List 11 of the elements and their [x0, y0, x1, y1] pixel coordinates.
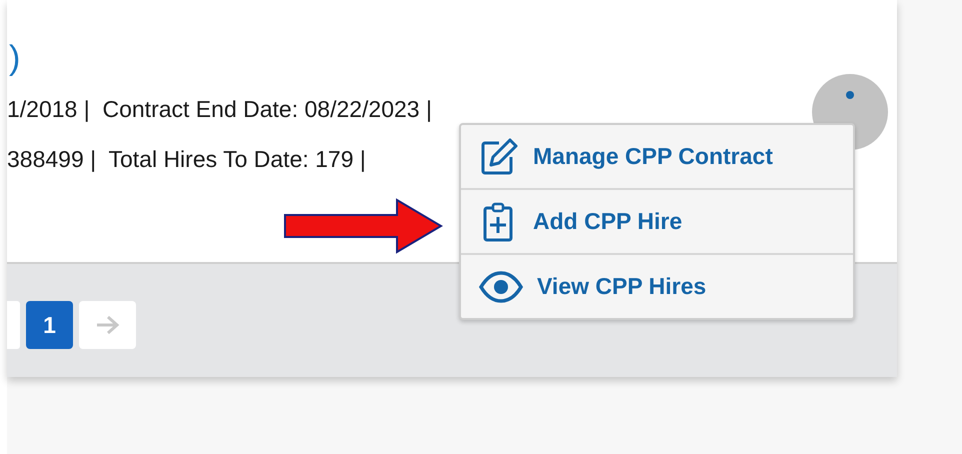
arrow-right-icon	[94, 314, 120, 336]
card-title: )	[8, 38, 22, 79]
pencil-on-square-icon	[479, 136, 519, 176]
dot-icon	[845, 90, 855, 100]
menu-item[interactable]: Manage CPP Contract	[461, 125, 853, 188]
contract-details: 1/2018 | Contract End Date: 08/22/2023 |	[7, 95, 432, 124]
page-button[interactable]: 1	[26, 301, 73, 349]
contract-details: 388499 | Total Hires To Date: 179 |	[7, 145, 366, 174]
previous-page-button[interactable]	[7, 301, 20, 349]
menu-item[interactable]: View CPP Hires	[461, 253, 853, 318]
menu-item[interactable]: Add CPP Hire	[461, 188, 853, 253]
